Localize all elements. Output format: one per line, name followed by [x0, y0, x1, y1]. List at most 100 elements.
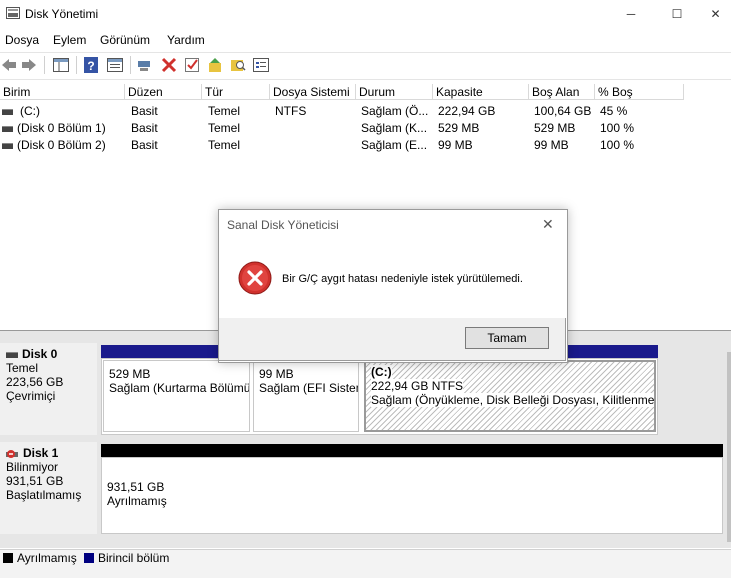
dialog-message: Bir G/Ç aygıt hatası nedeniyle istek yür… [282, 273, 523, 285]
table-cell: 529 MB [438, 121, 480, 135]
minimize-button[interactable]: ─ [608, 0, 654, 28]
table-cell: 100 % [600, 121, 635, 135]
table-cell: 99 MB [534, 138, 569, 152]
table-cell: 222,94 GB [438, 104, 496, 118]
table-cell: Temel [208, 104, 241, 118]
partition-size: 222,94 GB NTFS [371, 379, 464, 393]
table-cell: 99 MB [438, 138, 473, 152]
disk-name: Disk 0 [22, 347, 58, 361]
column-header-kapasite[interactable]: Kapasite [433, 84, 529, 100]
table-cell: Sağlam (K... [361, 121, 428, 135]
forward-icon [22, 59, 36, 71]
disk-1-label[interactable]: Disk 1 Bilinmiyor 931,51 GB Başlatılmamı… [0, 442, 97, 534]
toolbar-separator [130, 56, 131, 74]
volume-icon [2, 108, 13, 115]
scrollbar[interactable] [727, 352, 731, 542]
table-cell: Basit [131, 121, 158, 135]
disk-size: 931,51 GB [6, 474, 64, 488]
dialog-title: Sanal Disk Yöneticisi [227, 218, 339, 232]
import-icon [209, 58, 221, 72]
connect-button[interactable] [136, 56, 154, 74]
maximize-button[interactable]: ☐ [654, 0, 700, 28]
partition-status: Sağlam (Önyükleme, Disk Belleği Dosyası,… [371, 393, 654, 407]
maximize-icon: ☐ [671, 7, 683, 21]
close-icon: ✕ [710, 7, 721, 21]
legend-primary: Birincil bölüm [98, 551, 170, 565]
column-header-tur[interactable]: Tür [202, 84, 270, 100]
volume-icon [2, 142, 13, 149]
table-cell: 45 % [600, 104, 628, 118]
menu-yardim[interactable]: Yardım [167, 33, 205, 47]
delete-icon [161, 57, 177, 73]
table-cell: 100,64 GB [534, 104, 592, 118]
partition-c[interactable]: (C:) 222,94 GB NTFS Sağlam (Önyükleme, D… [364, 360, 656, 432]
column-header-yuzde-bos[interactable]: % Boş [595, 84, 684, 100]
column-header-bos-alan[interactable]: Boş Alan [529, 84, 595, 100]
svg-text:?: ? [87, 59, 94, 73]
disk-management-icon [6, 7, 20, 19]
disk-0-label[interactable]: Disk 0 Temel 223,56 GB Çevrimiçi [0, 343, 97, 435]
menu-gorunum[interactable]: Görünüm [100, 33, 150, 47]
menu-eylem[interactable]: Eylem [53, 33, 86, 47]
menu-dosya[interactable]: Dosya [5, 33, 39, 47]
table-cell: (C:) [20, 104, 40, 118]
table-cell: Basit [131, 138, 158, 152]
partition-status: Sağlam (Kurtarma Bölümü) [109, 381, 250, 395]
table-cell: (Disk 0 Bölüm 1) [17, 121, 106, 135]
back-icon [2, 59, 16, 71]
table-cell: Temel [208, 121, 241, 135]
table-cell: Temel [208, 138, 241, 152]
disk-status: Başlatılmamış [6, 488, 82, 502]
column-header-duzen[interactable]: Düzen [125, 84, 202, 100]
check-button[interactable] [183, 56, 201, 74]
table-cell: (Disk 0 Bölüm 2) [17, 138, 106, 152]
partition-unallocated[interactable]: 931,51 GB Ayrılmamış [101, 457, 723, 534]
disk-size: 223,56 GB [6, 375, 64, 389]
toolbar-separator [76, 56, 77, 74]
partition-status: Ayrılmamış [107, 494, 167, 508]
volume-icon [2, 125, 13, 132]
table-cell: Sağlam (E... [361, 138, 428, 152]
close-button[interactable]: ✕ [700, 0, 731, 28]
partition-recovery[interactable]: 529 MB Sağlam (Kurtarma Bölümü) [103, 360, 250, 432]
properties-icon [107, 58, 123, 72]
minimize-icon: ─ [626, 7, 636, 21]
check-icon [185, 58, 199, 72]
dialog-close-button[interactable]: ✕ [542, 216, 554, 233]
partition-size: 529 MB [109, 367, 151, 381]
disk-error-icon [6, 449, 18, 458]
table-cell: Basit [131, 104, 158, 118]
search-icon [231, 60, 246, 71]
help-icon: ? [84, 57, 98, 73]
partition-title: (C:) [371, 365, 392, 379]
table-cell: Sağlam (Ö... [361, 104, 429, 118]
legend-swatch-primary [84, 553, 94, 563]
disk-type: Temel [6, 361, 39, 375]
column-header-durum[interactable]: Durum [356, 84, 433, 100]
back-button[interactable] [0, 56, 18, 74]
ok-button[interactable]: Tamam [465, 327, 549, 349]
pane-icon [53, 58, 69, 72]
disk-status: Çevrimiçi [6, 389, 56, 403]
toolbar-separator [44, 56, 45, 74]
column-header-dosya-sistemi[interactable]: Dosya Sistemi [270, 84, 356, 100]
connect-icon [138, 61, 150, 71]
column-header-birim[interactable]: Birim [0, 84, 125, 100]
help-button[interactable]: ? [82, 56, 100, 74]
disk-type: Bilinmiyor [6, 460, 59, 474]
delete-button[interactable] [160, 56, 178, 74]
window-title: Disk Yönetimi [25, 7, 99, 21]
partition-size: 99 MB [259, 367, 294, 381]
forward-button[interactable] [20, 56, 38, 74]
legend-swatch-unallocated [3, 553, 13, 563]
table-cell: 100 % [600, 138, 635, 152]
disk-name: Disk 1 [23, 446, 59, 460]
table-cell: 529 MB [534, 121, 576, 135]
search-button[interactable] [229, 56, 247, 74]
settings-button[interactable] [252, 56, 270, 74]
partition-efi[interactable]: 99 MB Sağlam (EFI Sistem Bölümü) [253, 360, 359, 432]
show-pane-button[interactable] [52, 56, 70, 74]
import-button[interactable] [206, 56, 224, 74]
properties-button[interactable] [106, 56, 124, 74]
partition-size: 931,51 GB [107, 480, 165, 494]
